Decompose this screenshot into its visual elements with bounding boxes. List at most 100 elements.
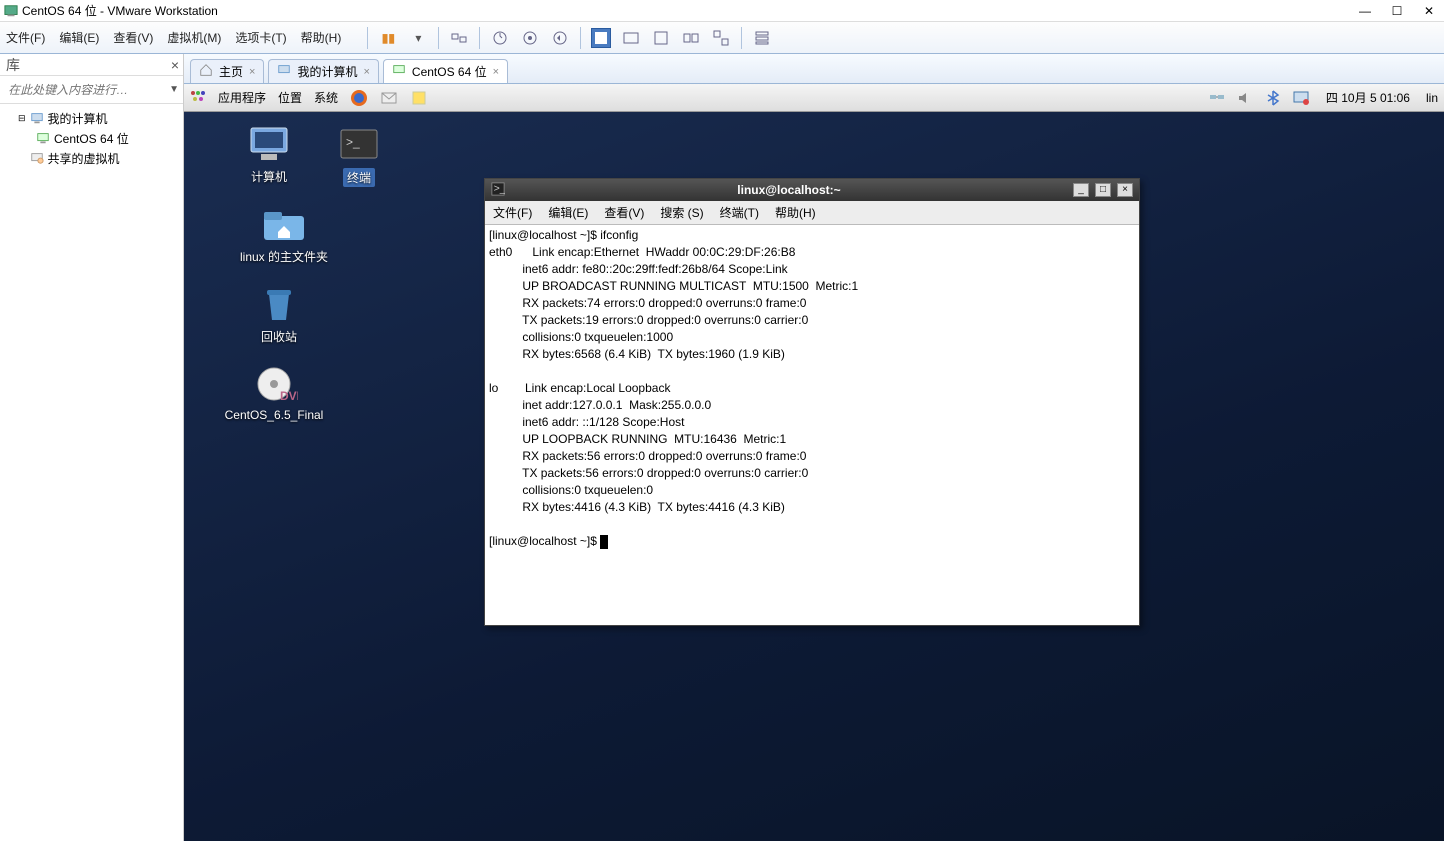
unity-icon[interactable] <box>621 28 641 48</box>
desktop-icon-computer[interactable]: 计算机 <box>224 124 314 185</box>
workspace-tabstrip: 主页 × 我的计算机 × CentOS 64 位 × <box>184 54 1444 84</box>
collapse-icon: ⊟ <box>18 113 26 124</box>
terminal-title: linux@localhost:~ <box>511 183 1067 197</box>
send-ctrl-alt-del-icon[interactable] <box>449 28 469 48</box>
tree-node-mycomputer[interactable]: ⊟ 我的计算机 <box>2 108 181 128</box>
gnome-menu-applications[interactable]: 应用程序 <box>218 89 266 106</box>
library-sidebar: 库 × ▼ ⊟ 我的计算机 CentOS 64 位 ⊟ <box>0 54 184 841</box>
terminal-close-button[interactable]: × <box>1117 183 1133 197</box>
terminal-window[interactable]: >_ linux@localhost:~ _ □ × 文件(F) 编辑(E) 查… <box>484 178 1140 626</box>
tab-label: 我的计算机 <box>297 63 357 80</box>
terminal-icon: >_ <box>335 124 383 164</box>
trash-icon <box>255 284 303 324</box>
desktop-icon-trash[interactable]: 回收站 <box>234 284 324 345</box>
tab-close-icon[interactable]: × <box>493 66 499 78</box>
desktop-icon-home[interactable]: linux 的主文件夹 <box>224 204 344 265</box>
term-menu-help[interactable]: 帮助(H) <box>775 204 816 221</box>
window-minimize-button[interactable]: — <box>1358 4 1372 18</box>
network-tray-icon[interactable] <box>1208 89 1226 107</box>
term-menu-terminal[interactable]: 终端(T) <box>720 204 759 221</box>
folder-home-icon <box>260 204 308 244</box>
desktop-icon-label: 回收站 <box>261 328 297 345</box>
revert-snapshot-icon[interactable] <box>550 28 570 48</box>
tab-close-icon[interactable]: × <box>363 66 369 78</box>
desktop-icon-label: CentOS_6.5_Final <box>225 408 324 422</box>
tab-close-icon[interactable]: × <box>249 66 255 78</box>
svg-text:>_: >_ <box>346 135 360 149</box>
snapshot-manager-icon[interactable] <box>520 28 540 48</box>
bluetooth-tray-icon[interactable] <box>1264 89 1282 107</box>
menu-vm[interactable]: 虚拟机(M) <box>167 29 221 46</box>
app-icon <box>4 4 18 18</box>
tab-label: 主页 <box>219 63 243 80</box>
terminal-minimize-button[interactable]: _ <box>1073 183 1089 197</box>
tree-node-centos[interactable]: CentOS 64 位 <box>2 128 181 148</box>
mail-icon[interactable] <box>380 89 398 107</box>
disc-icon: DVD <box>250 364 298 404</box>
desktop-icon-cd[interactable]: DVD CentOS_6.5_Final <box>214 364 334 422</box>
app-title: CentOS 64 位 - VMware Workstation <box>22 2 1358 19</box>
menu-help[interactable]: 帮助(H) <box>301 29 342 46</box>
term-menu-search[interactable]: 搜索 (S) <box>660 204 703 221</box>
menu-edit[interactable]: 编辑(E) <box>59 29 99 46</box>
sidebar-close-icon[interactable]: × <box>171 57 179 73</box>
panel-user[interactable]: lin <box>1426 91 1438 105</box>
snapshot-icon[interactable] <box>490 28 510 48</box>
tab-label: CentOS 64 位 <box>412 63 487 80</box>
volume-tray-icon[interactable] <box>1236 89 1254 107</box>
shared-vm-icon <box>30 151 44 165</box>
console-view-icon[interactable] <box>651 28 671 48</box>
tab-mycomputer[interactable]: 我的计算机 × <box>268 59 378 83</box>
desktop-icon-label: linux 的主文件夹 <box>240 248 328 265</box>
fullscreen-icon[interactable] <box>591 28 611 48</box>
display-tray-icon[interactable] <box>1292 89 1310 107</box>
tree-node-shared[interactable]: ⊟ 共享的虚拟机 <box>2 148 181 168</box>
gnome-top-panel: 应用程序 位置 系统 <box>184 84 1444 112</box>
vm-icon <box>36 131 50 145</box>
tree-node-label: 共享的虚拟机 <box>48 150 120 167</box>
gnome-menu-places[interactable]: 位置 <box>278 89 302 106</box>
menu-view[interactable]: 查看(V) <box>113 29 153 46</box>
tree-node-label: 我的计算机 <box>48 110 108 127</box>
home-icon <box>199 63 213 80</box>
gnome-foot-icon <box>190 90 206 106</box>
window-close-button[interactable]: ✕ <box>1422 4 1436 18</box>
tree-node-label: CentOS 64 位 <box>54 130 129 147</box>
vm-icon <box>392 63 406 80</box>
terminal-output[interactable]: [linux@localhost ~]$ ifconfig eth0 Link … <box>485 225 1139 625</box>
app-titlebar: CentOS 64 位 - VMware Workstation — ☐ ✕ <box>0 0 1444 22</box>
app-menubar: 文件(F) 编辑(E) 查看(V) 虚拟机(M) 选项卡(T) 帮助(H) ▮▮… <box>0 22 1444 54</box>
dropdown-caret-icon[interactable]: ▾ <box>408 28 428 48</box>
desktop-icon-label: 计算机 <box>251 168 287 185</box>
tab-home[interactable]: 主页 × <box>190 59 264 83</box>
vm-guest-desktop[interactable]: 应用程序 位置 系统 <box>184 84 1444 841</box>
terminal-titlebar[interactable]: >_ linux@localhost:~ _ □ × <box>485 179 1139 201</box>
terminal-text: [linux@localhost ~]$ ifconfig eth0 Link … <box>489 228 858 548</box>
cycle-icon[interactable] <box>711 28 731 48</box>
sidebar-title: 库 <box>6 55 20 75</box>
panel-clock[interactable]: 四 10月 5 01:06 <box>1326 89 1410 106</box>
terminal-app-icon: >_ <box>491 182 505 199</box>
term-menu-file[interactable]: 文件(F) <box>493 204 532 221</box>
stretch-icon[interactable] <box>681 28 701 48</box>
menu-file[interactable]: 文件(F) <box>6 29 45 46</box>
tab-centos[interactable]: CentOS 64 位 × <box>383 59 508 83</box>
cursor-icon <box>600 535 608 549</box>
window-maximize-button[interactable]: ☐ <box>1390 4 1404 18</box>
term-menu-view[interactable]: 查看(V) <box>604 204 644 221</box>
library-search-input[interactable] <box>8 83 165 97</box>
menu-tabs[interactable]: 选项卡(T) <box>235 29 286 46</box>
terminal-maximize-button[interactable]: □ <box>1095 183 1111 197</box>
term-menu-edit[interactable]: 编辑(E) <box>548 204 588 221</box>
terminal-menubar: 文件(F) 编辑(E) 查看(V) 搜索 (S) 终端(T) 帮助(H) <box>485 201 1139 225</box>
svg-text:>_: >_ <box>494 182 505 194</box>
firefox-icon[interactable] <box>350 89 368 107</box>
svg-text:DVD: DVD <box>280 389 298 403</box>
notes-icon[interactable] <box>410 89 428 107</box>
search-dropdown-icon[interactable]: ▼ <box>169 84 179 95</box>
library-icon[interactable] <box>752 28 772 48</box>
pause-icon[interactable]: ▮▮ <box>378 28 398 48</box>
computer-icon <box>30 111 44 125</box>
desktop-icon-terminal[interactable]: >_ 终端 <box>314 124 404 187</box>
gnome-menu-system[interactable]: 系统 <box>314 89 338 106</box>
